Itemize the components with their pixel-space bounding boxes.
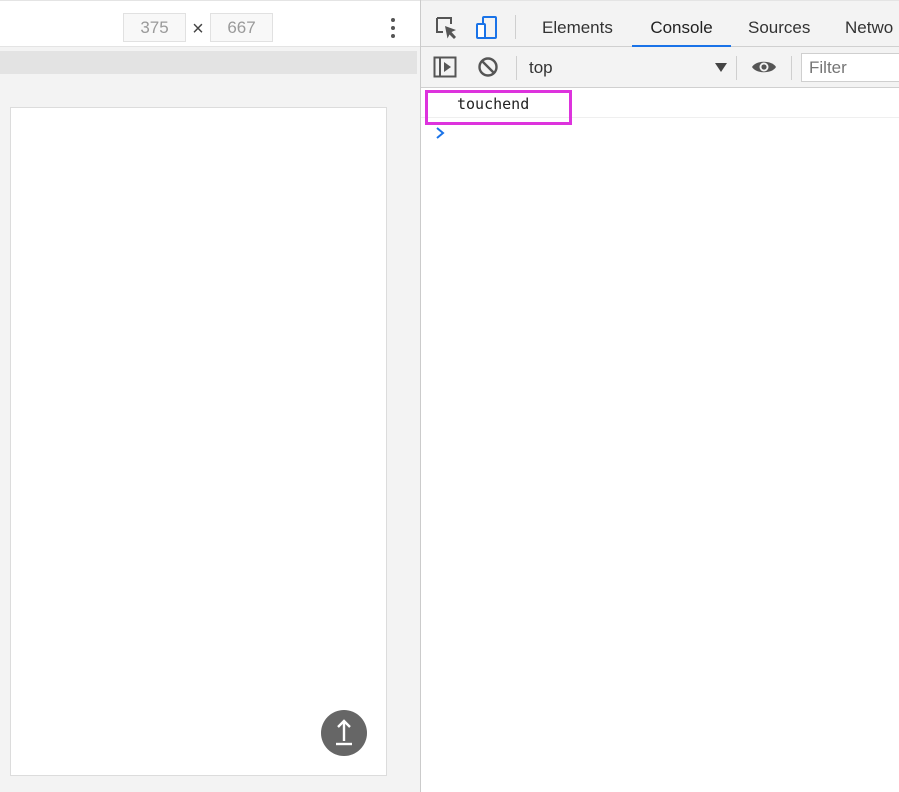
device-viewport[interactable] — [10, 107, 387, 776]
toolbar-separator — [516, 56, 517, 80]
chevron-right-icon — [436, 127, 445, 139]
toolbar-separator — [736, 56, 737, 80]
device-toggle-icon[interactable] — [474, 15, 500, 41]
inspect-element-icon[interactable] — [434, 15, 460, 41]
tab-separator — [515, 15, 516, 39]
highlight-box — [425, 90, 572, 125]
clear-console-icon[interactable] — [477, 56, 499, 78]
device-emulation-pane: 375 × 667 — [0, 0, 420, 792]
devtools-panel: Elements Console Sources Netwo top Filte… — [421, 0, 899, 792]
dimension-separator: × — [192, 18, 204, 40]
devtools-tabbar: Elements Console Sources Netwo — [421, 0, 899, 47]
console-toolbar: top — [421, 47, 899, 88]
scroll-to-top-button[interactable] — [321, 710, 367, 756]
media-query-bar[interactable] — [0, 51, 417, 74]
console-messages[interactable]: touchend — [421, 88, 899, 792]
context-selector[interactable]: top — [522, 55, 728, 80]
height-input[interactable]: 667 — [210, 13, 273, 42]
device-toolbar: 375 × 667 — [0, 0, 420, 47]
kebab-vertical-icon[interactable] — [382, 15, 404, 41]
width-input[interactable]: 375 — [123, 13, 186, 42]
console-prompt[interactable] — [421, 122, 899, 146]
filter-input[interactable] — [801, 53, 899, 82]
context-label: top — [529, 58, 553, 77]
tab-sources[interactable]: Sources — [748, 9, 810, 47]
sidebar-toggle-icon[interactable] — [433, 56, 457, 78]
eye-icon[interactable] — [751, 58, 777, 76]
dropdown-arrow-icon — [715, 63, 727, 72]
arrow-up-icon — [336, 719, 352, 746]
tab-network[interactable]: Netwo — [845, 9, 893, 47]
tab-console[interactable]: Console — [632, 9, 731, 47]
tab-elements[interactable]: Elements — [542, 9, 613, 47]
toolbar-separator — [791, 56, 792, 80]
